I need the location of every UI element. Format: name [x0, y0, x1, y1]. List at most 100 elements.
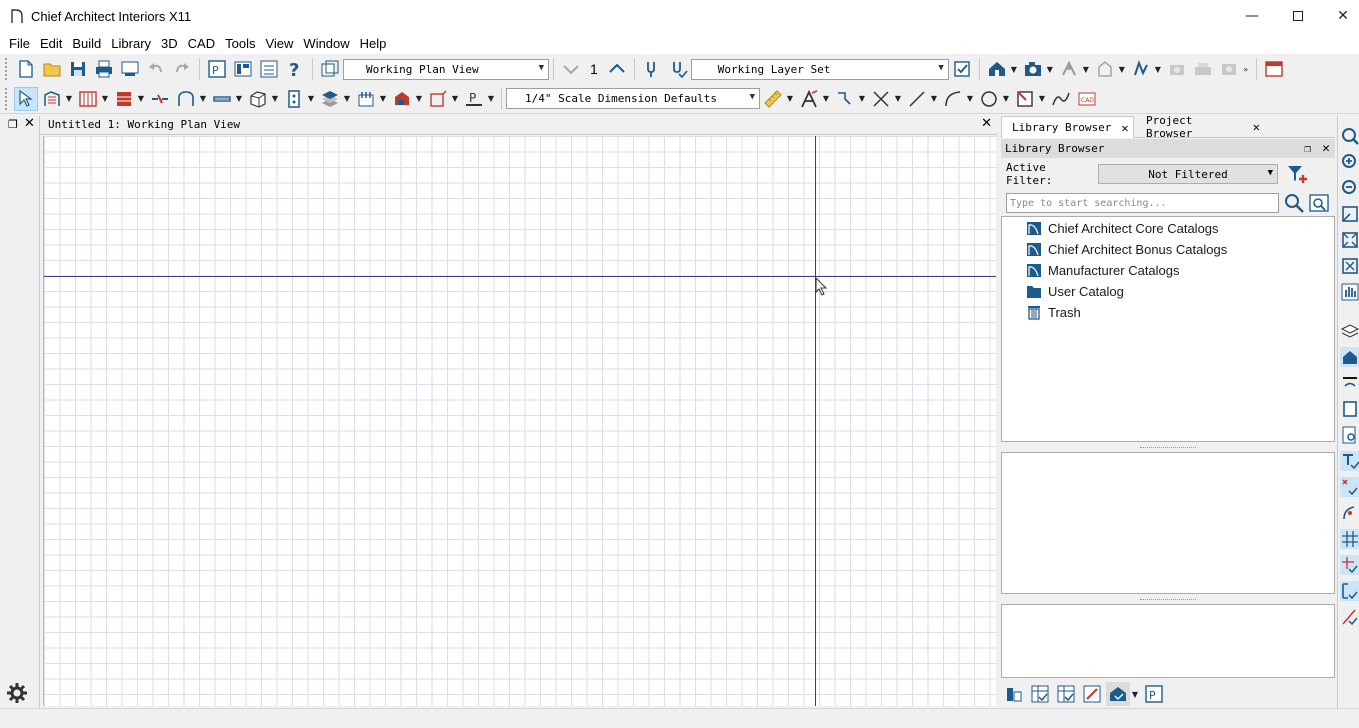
plan-view-button[interactable]: P — [205, 57, 229, 81]
save-button[interactable] — [66, 57, 90, 81]
text-check-icon[interactable] — [1340, 451, 1359, 471]
restore-icon[interactable]: ❐ — [8, 118, 18, 131]
terrain-button[interactable] — [390, 87, 414, 111]
menu-library[interactable]: Library — [106, 36, 156, 51]
toolbar-grip[interactable] — [5, 87, 10, 110]
chevron-down-icon[interactable]: ▼ — [858, 87, 866, 111]
library-tool-button[interactable] — [1002, 682, 1026, 706]
break-line-button[interactable] — [148, 87, 172, 111]
splitter-handle[interactable] — [1140, 599, 1196, 601]
chevron-down-icon[interactable]: ▼ — [451, 87, 459, 111]
advanced-search-icon[interactable] — [1308, 192, 1330, 214]
tab-library-browser[interactable]: Library Browser ✕ — [1001, 116, 1134, 138]
library-edit-button[interactable] — [1080, 682, 1104, 706]
dimension-point-button[interactable] — [426, 87, 450, 111]
grid-snap-icon[interactable] — [1340, 529, 1359, 549]
zoom-in-icon[interactable] — [1340, 152, 1359, 172]
fixture-button[interactable] — [282, 87, 306, 111]
list-item[interactable]: User Catalog — [1026, 281, 1124, 301]
list-item[interactable]: Manufacturer Catalogs — [1026, 260, 1180, 280]
pan-hand-icon[interactable] — [1340, 282, 1359, 302]
chevron-down-icon[interactable]: ▼ — [894, 87, 902, 111]
chevron-down-icon[interactable]: ▼ — [379, 87, 387, 111]
house-layer-icon[interactable] — [1340, 347, 1359, 367]
help-button[interactable]: ? — [283, 57, 307, 81]
find-page-icon[interactable] — [1340, 425, 1359, 445]
floor-up-button[interactable] — [605, 57, 629, 81]
add-filter-icon[interactable] — [1286, 163, 1310, 185]
gear-icon[interactable] — [6, 682, 28, 704]
chevron-down-icon[interactable]: ▼ — [1118, 57, 1126, 81]
chevron-down-icon[interactable]: ▼ — [1131, 682, 1139, 706]
layer-checkbox-button[interactable] — [950, 57, 974, 81]
chevron-down-icon[interactable]: ▼ — [65, 87, 73, 111]
layout-button[interactable] — [231, 57, 255, 81]
fit-screen-icon[interactable] — [1340, 256, 1359, 276]
tab-project-browser[interactable]: Project Browser ✕ — [1136, 114, 1260, 140]
layer-display-button[interactable] — [640, 57, 664, 81]
door-tool-button[interactable] — [174, 87, 198, 111]
chevron-down-icon[interactable]: ▼ — [235, 87, 243, 111]
document-tab[interactable]: Untitled 1: Working Plan View ✕ — [40, 116, 998, 135]
overflow-chevron-icon[interactable]: » — [1242, 57, 1250, 81]
minimize-button[interactable]: — — [1229, 0, 1275, 32]
grid-check-icon[interactable] — [1340, 555, 1359, 575]
print-preview-button[interactable] — [118, 57, 142, 81]
menu-cad[interactable]: CAD — [183, 36, 220, 51]
dimension-defaults-select[interactable]: 1/4" Scale Dimension Defaults ▼ — [506, 88, 760, 109]
plan-view-select[interactable]: Working Plan View ▼ — [343, 58, 549, 80]
restore-icon[interactable]: ❐ — [1304, 142, 1311, 155]
close-icon[interactable]: ✕ — [1322, 141, 1330, 156]
close-icon[interactable]: ✕ — [981, 116, 992, 131]
chevron-down-icon[interactable]: ▼ — [822, 87, 830, 111]
render-button[interactable] — [1191, 57, 1215, 81]
list-item[interactable]: Trash — [1026, 302, 1081, 322]
arc-tool-button[interactable] — [941, 87, 965, 111]
menu-view[interactable]: View — [260, 36, 298, 51]
angle-snap-icon[interactable] — [1340, 503, 1359, 523]
electrical-button[interactable] — [354, 87, 378, 111]
zoom-out-icon[interactable] — [1340, 178, 1359, 198]
angle-check-icon[interactable] — [1340, 607, 1359, 627]
chevron-down-icon[interactable]: ▼ — [1082, 57, 1090, 81]
cabinet-3d-button[interactable] — [246, 87, 270, 111]
record-button[interactable] — [1165, 57, 1189, 81]
layer-edit-button[interactable] — [666, 57, 690, 81]
chevron-down-icon[interactable]: ▼ — [415, 87, 423, 111]
close-icon[interactable]: ✕ — [1253, 120, 1260, 134]
text-style-button[interactable]: P — [462, 87, 486, 111]
chevron-down-icon[interactable]: ▼ — [966, 87, 974, 111]
fill-window-icon[interactable] — [1340, 204, 1359, 224]
chevron-down-icon[interactable]: ▼ — [1002, 87, 1010, 111]
chevron-down-icon[interactable]: ▼ — [487, 87, 495, 111]
list-item[interactable]: Chief Architect Bonus Catalogs — [1026, 239, 1227, 259]
fit-all-icon[interactable] — [1340, 230, 1359, 250]
new-button[interactable] — [14, 57, 38, 81]
list-item[interactable]: Chief Architect Core Catalogs — [1026, 218, 1219, 238]
callout-button[interactable] — [833, 87, 857, 111]
room-tool-button[interactable] — [112, 87, 136, 111]
search-icon[interactable] — [1283, 192, 1305, 214]
menu-help[interactable]: Help — [355, 36, 392, 51]
select-objects-button[interactable] — [14, 86, 38, 111]
undo-button[interactable] — [144, 57, 168, 81]
active-filter-select[interactable]: Not Filtered ▼ — [1098, 164, 1278, 184]
walkthrough-button[interactable] — [1057, 57, 1081, 81]
wall-tool-button[interactable] — [40, 87, 64, 111]
page-icon[interactable] — [1340, 399, 1359, 419]
cross-section-button[interactable] — [1129, 57, 1153, 81]
camera-button[interactable] — [1021, 57, 1045, 81]
line-tool-button[interactable] — [905, 87, 929, 111]
text-tool-button[interactable] — [797, 87, 821, 111]
chevron-down-icon[interactable]: ▼ — [930, 87, 938, 111]
menu-3d[interactable]: 3D — [156, 36, 183, 51]
chevron-down-icon[interactable]: ▼ — [1046, 57, 1054, 81]
chevron-down-icon[interactable]: ▼ — [199, 87, 207, 111]
open-button[interactable] — [40, 57, 64, 81]
chevron-down-icon[interactable]: ▼ — [101, 87, 109, 111]
dimension-tool-button[interactable] — [761, 87, 785, 111]
chevron-down-icon[interactable]: ▼ — [307, 87, 315, 111]
chevron-down-icon[interactable]: ▼ — [1038, 87, 1046, 111]
camera-house-button[interactable] — [985, 57, 1009, 81]
materials-list-button[interactable] — [257, 57, 281, 81]
